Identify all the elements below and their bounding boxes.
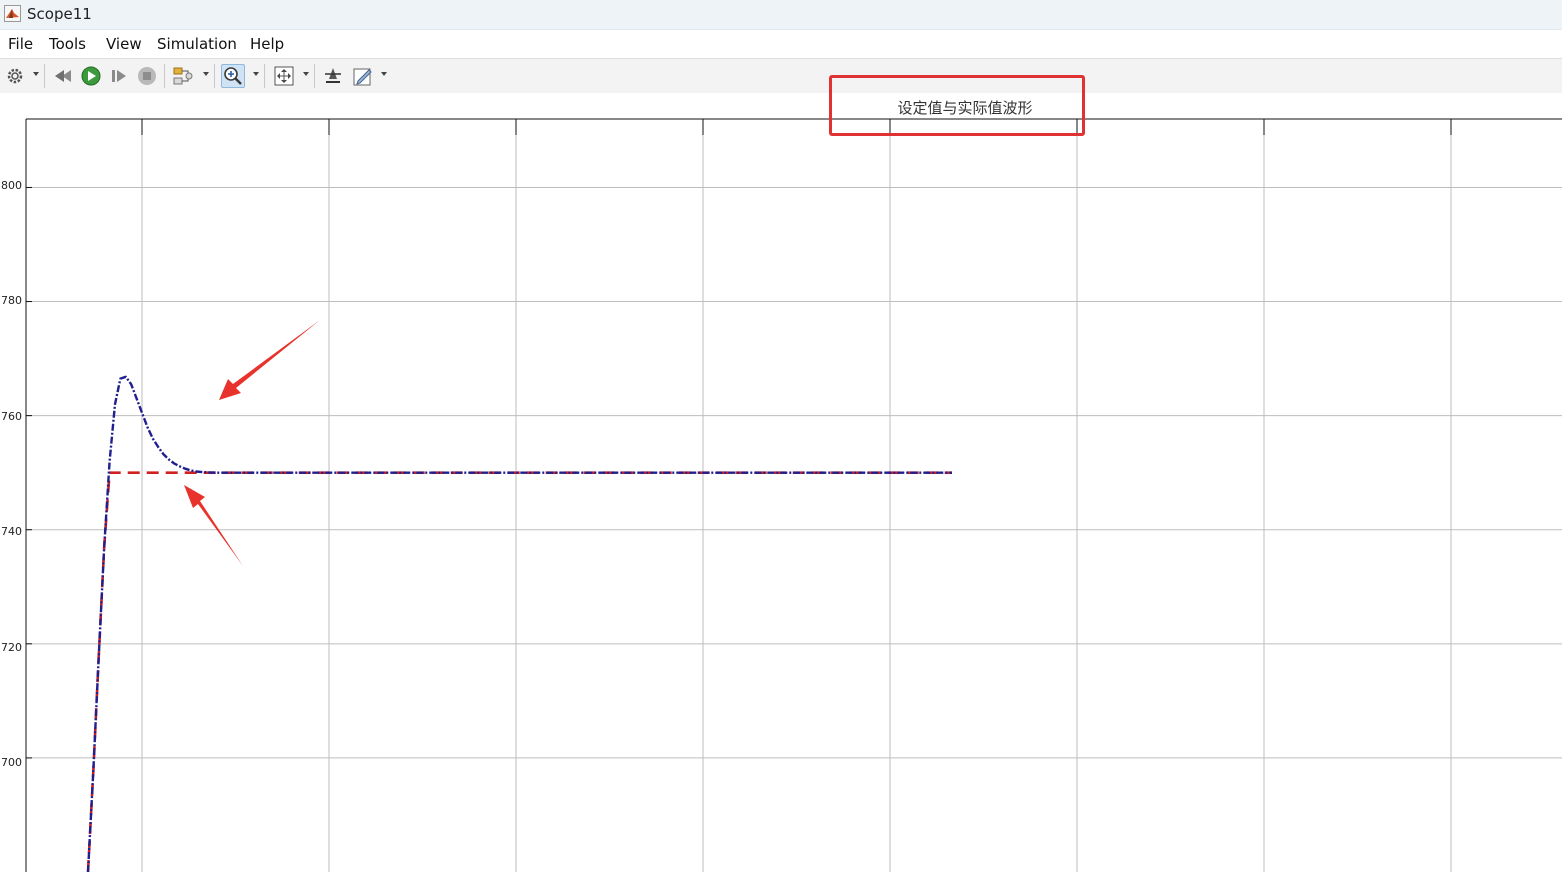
menu-simulation[interactable]: Simulation <box>157 35 237 53</box>
menu-help[interactable]: Help <box>250 35 284 53</box>
zoom-in-icon[interactable] <box>221 64 245 88</box>
edit-style-dropdown-icon[interactable] <box>381 72 387 76</box>
series-layer <box>86 375 952 872</box>
toolbar-separator <box>314 64 315 88</box>
toolbar-separator <box>44 64 45 88</box>
actual-series-line <box>86 375 952 872</box>
y-tick-label: 720 <box>1 641 22 654</box>
zoom-dropdown-icon[interactable] <box>253 72 259 76</box>
toolbar-separator <box>164 64 165 88</box>
y-tick-label: 780 <box>1 294 22 307</box>
matlab-scope-icon <box>4 5 21 22</box>
menu-file[interactable]: File <box>8 35 33 53</box>
y-tick-label: 700 <box>1 756 22 769</box>
menu-bar: File Tools View Simulation Help <box>0 30 1562 58</box>
window-title: Scope11 <box>27 5 92 23</box>
y-tick-label: 760 <box>1 410 22 423</box>
title-bar: Scope11 <box>0 0 1562 30</box>
signal-selector-dropdown-icon[interactable] <box>203 72 209 76</box>
menu-tools[interactable]: Tools <box>49 35 86 53</box>
stop-icon[interactable] <box>136 65 158 87</box>
scope-plot[interactable] <box>0 93 1562 872</box>
autoscale-icon[interactable] <box>273 65 295 87</box>
y-tick-label: 740 <box>1 525 22 538</box>
annotation-layer <box>184 320 320 566</box>
toolbar-separator <box>214 64 215 88</box>
title-highlight-box <box>829 75 1085 136</box>
setpoint-series-line <box>86 471 952 872</box>
red-arrow-setpoint-icon <box>184 485 243 566</box>
toolbar <box>0 58 1562 94</box>
menu-view[interactable]: View <box>106 35 142 53</box>
y-tick-label: 800 <box>1 179 22 192</box>
autoscale-dropdown-icon[interactable] <box>303 72 309 76</box>
scope-plot-area[interactable]: 800 780 760 740 720 700 <box>0 93 1562 872</box>
toolbar-separator <box>264 64 265 88</box>
edit-style-icon[interactable] <box>352 65 374 87</box>
settings-icon[interactable] <box>4 65 26 87</box>
settings-dropdown-icon[interactable] <box>33 72 39 76</box>
run-icon[interactable] <box>80 65 102 87</box>
red-arrow-overshoot-icon <box>219 320 320 400</box>
highlight-icon[interactable] <box>322 65 344 87</box>
step-forward-icon[interactable] <box>108 65 130 87</box>
step-back-icon[interactable] <box>53 65 75 87</box>
signal-selector-icon[interactable] <box>172 65 194 87</box>
grid-lines <box>26 119 1562 872</box>
